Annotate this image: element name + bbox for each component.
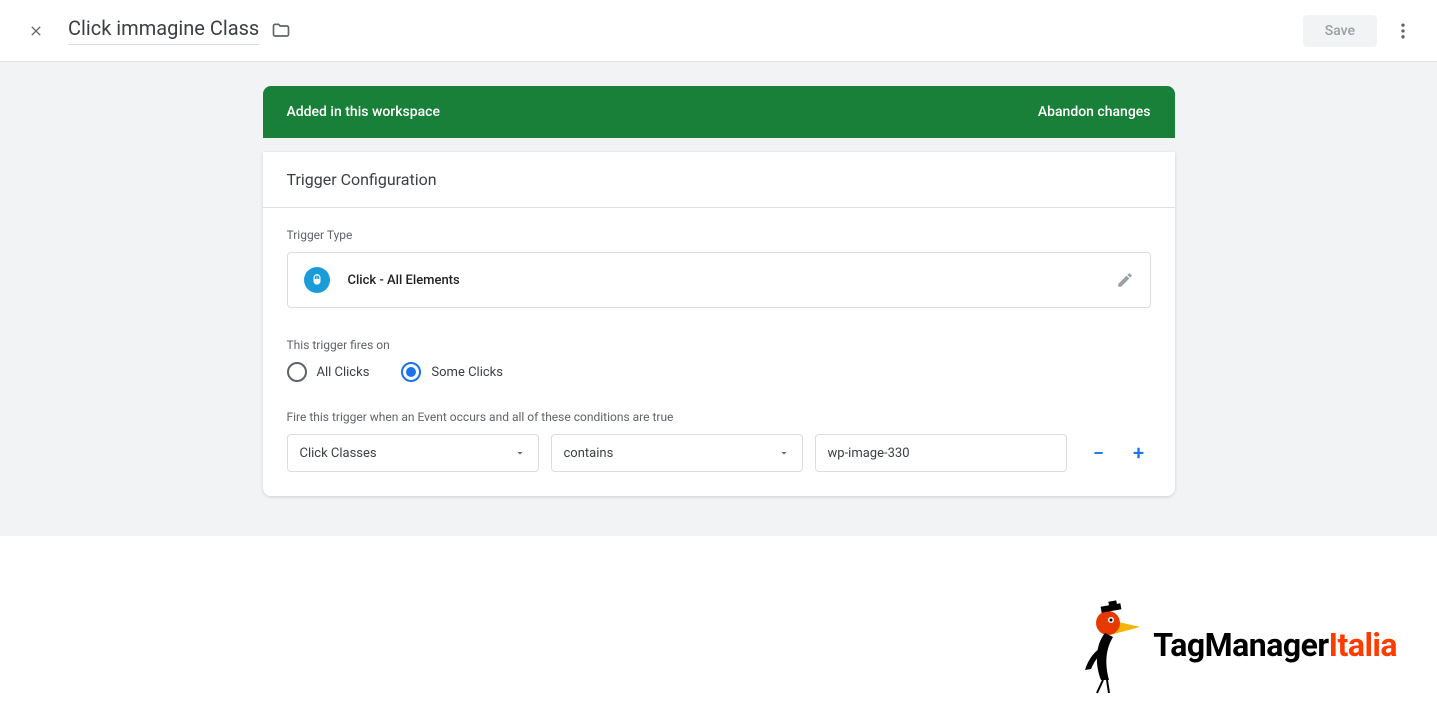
radio-icon xyxy=(287,362,307,382)
brand-suffix: Italia xyxy=(1329,626,1397,664)
workspace-banner: Added in this workspace Abandon changes xyxy=(263,86,1175,138)
banner-message: Added in this workspace xyxy=(287,104,440,120)
folder-icon[interactable] xyxy=(271,21,291,41)
condition-operator-select[interactable]: contains xyxy=(551,434,803,472)
save-button[interactable]: Save xyxy=(1303,15,1377,47)
config-section-title: Trigger Configuration xyxy=(263,152,1175,208)
page-title[interactable]: Click immagine Class xyxy=(68,16,259,45)
condition-buttons: − + xyxy=(1079,441,1151,465)
conditions-label: Fire this trigger when an Event occurs a… xyxy=(287,410,1151,424)
condition-variable-value: Click Classes xyxy=(300,446,377,461)
top-bar: Click immagine Class Save xyxy=(0,0,1437,62)
bird-icon xyxy=(1075,595,1145,695)
condition-operator-value: contains xyxy=(564,446,614,461)
radio-icon xyxy=(401,362,421,382)
radio-all-label: All Clicks xyxy=(317,365,370,380)
mouse-click-icon xyxy=(304,267,330,293)
abandon-changes-button[interactable]: Abandon changes xyxy=(1038,104,1151,120)
condition-row: Click Classes contains − + xyxy=(287,434,1151,472)
more-icon[interactable] xyxy=(1393,21,1413,41)
condition-value-input[interactable] xyxy=(815,434,1067,472)
trigger-config-card: Trigger Configuration Trigger Type Click… xyxy=(263,152,1175,496)
brand-watermark: TagManagerItalia xyxy=(1075,595,1397,695)
trigger-type-label: Trigger Type xyxy=(287,228,1151,242)
chevron-down-icon xyxy=(514,447,526,459)
fires-on-label: This trigger fires on xyxy=(287,338,1151,352)
brand-prefix: TagManager xyxy=(1153,626,1328,664)
trigger-type-value: Click - All Elements xyxy=(348,273,460,288)
trigger-panel: Added in this workspace Abandon changes … xyxy=(263,86,1175,536)
condition-variable-select[interactable]: Click Classes xyxy=(287,434,539,472)
canvas: Added in this workspace Abandon changes … xyxy=(0,62,1437,536)
fires-on-radio-group: All Clicks Some Clicks xyxy=(287,362,1151,382)
remove-condition-button[interactable]: − xyxy=(1087,441,1111,465)
radio-some-label: Some Clicks xyxy=(431,365,503,380)
add-condition-button[interactable]: + xyxy=(1127,441,1151,465)
brand-text: TagManagerItalia xyxy=(1153,626,1397,664)
chevron-down-icon xyxy=(778,447,790,459)
close-icon[interactable] xyxy=(24,19,48,43)
trigger-type-selector[interactable]: Click - All Elements xyxy=(287,252,1151,308)
pencil-icon[interactable] xyxy=(1116,271,1134,289)
radio-some-clicks[interactable]: Some Clicks xyxy=(401,362,503,382)
radio-all-clicks[interactable]: All Clicks xyxy=(287,362,370,382)
